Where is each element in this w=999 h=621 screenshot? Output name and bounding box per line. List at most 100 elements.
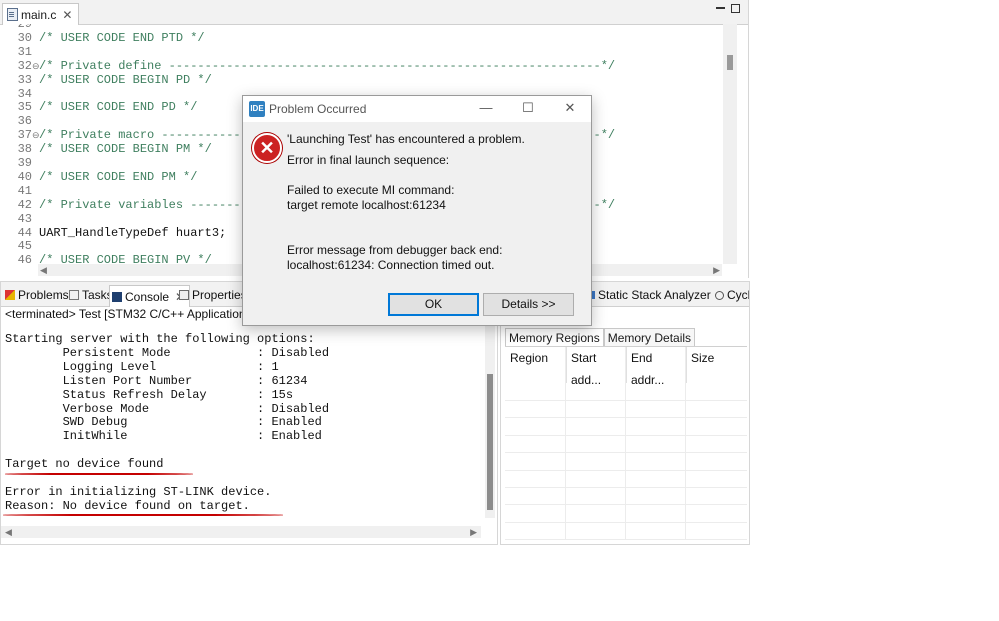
line-number: 39 [17, 156, 32, 170]
code-text: /* USER CODE BEGIN PV */ [39, 253, 212, 264]
ide-icon: IDE [249, 101, 265, 117]
code-line[interactable]: 32 ⊖/* Private define -------------------… [0, 59, 722, 73]
details-button[interactable]: Details >> [483, 293, 574, 316]
column-header-size[interactable]: Size [686, 347, 746, 383]
editor-tab-bar: main.c ✕ [0, 0, 748, 25]
subtab-memory-details[interactable]: Memory Details [603, 328, 696, 347]
console-line: SWD Debug : Enabled [5, 415, 322, 430]
maximize-icon[interactable] [731, 4, 740, 13]
scrollbar-thumb[interactable] [487, 374, 493, 510]
console-line: Persistent Mode : Disabled [5, 345, 330, 360]
minimize-icon[interactable] [716, 4, 725, 9]
tab-static-stack-analyzer[interactable]: Static Stack Analyzer [587, 286, 711, 304]
editor-tab-label: main.c [21, 7, 57, 22]
dialog-message-3: target remote localhost:61234 [287, 198, 446, 212]
table-row[interactable] [505, 400, 747, 419]
column-header-start-address[interactable]: Start add... [566, 347, 627, 387]
line-number: 33 [17, 72, 32, 87]
code-text: UART_HandleTypeDef huart3; [39, 225, 227, 240]
table-row[interactable] [505, 418, 747, 436]
tab-problems-label: Problems [18, 288, 69, 302]
error-icon: ✕ [252, 133, 282, 163]
console-horizontal-scrollbar[interactable]: ◀ ▶ [1, 526, 481, 538]
dialog-title: Problem Occurred [269, 102, 367, 116]
line-number: 44 [17, 225, 32, 240]
dialog-message-2: Failed to execute MI command: [287, 183, 455, 197]
code-text: /* USER CODE END PD */ [39, 100, 198, 115]
maximize-icon[interactable]: ☐ [517, 98, 539, 118]
table-row[interactable] [505, 505, 747, 523]
tab-tasks[interactable]: Tasks [69, 286, 113, 304]
code-text: /* USER CODE END PM */ [39, 169, 198, 184]
column-divider[interactable] [625, 347, 626, 539]
properties-icon [179, 290, 189, 300]
column-divider[interactable] [565, 347, 566, 539]
column-divider[interactable] [685, 347, 686, 539]
line-number: 31 [17, 44, 32, 59]
line-number: 34 [17, 86, 32, 101]
code-text: /* USER CODE END PTD */ [39, 30, 205, 45]
scroll-left-icon[interactable]: ◀ [5, 526, 12, 538]
close-icon[interactable]: ✕ [62, 8, 72, 22]
console-line: Reason: No device found on target. [5, 498, 250, 513]
dialog-message-5: localhost:61234: Connection timed out. [287, 258, 495, 272]
line-number: 46 [17, 253, 32, 264]
dialog-heading: 'Launching Test' has encountered a probl… [287, 132, 525, 146]
line-number: 43 [17, 211, 32, 226]
code-text: /* USER CODE BEGIN PD */ [39, 72, 212, 87]
console-line: Error in initializing ST-LINK device. [5, 484, 272, 499]
problem-occurred-dialog: IDE Problem Occurred — ☐ ✕ ✕ 'Launching … [242, 95, 592, 326]
code-text: /* USER CODE BEGIN PM */ [39, 142, 212, 157]
console-output[interactable]: Starting server with the following optio… [5, 332, 485, 522]
code-line[interactable]: 33 /* USER CODE BEGIN PD */ [0, 73, 722, 87]
scrollbar-thumb[interactable] [727, 55, 733, 70]
code-text: /* Private define ----------------------… [39, 58, 616, 73]
console-status-line: <terminated> Test [STM32 C/C++ Applicati… [5, 307, 271, 321]
cycle-icon [715, 290, 724, 300]
line-number: 38 [17, 142, 32, 157]
tab-cycle-label: Cycle [727, 288, 749, 302]
subtab-memory-regions[interactable]: Memory Regions [505, 328, 604, 347]
console-line: Listen Port Number : 61234 [5, 373, 308, 388]
table-row[interactable] [505, 522, 747, 541]
tab-console[interactable]: Console ✕ [109, 285, 191, 307]
tasks-icon [69, 290, 79, 300]
editor-tab-main-c[interactable]: main.c ✕ [2, 3, 80, 25]
console-icon [112, 291, 122, 302]
scroll-left-icon[interactable]: ◀ [40, 264, 47, 276]
column-header-region[interactable]: Region [505, 347, 567, 383]
tab-console-label: Console [125, 289, 170, 304]
scroll-right-icon[interactable]: ▶ [470, 526, 477, 538]
line-number: 32 [17, 58, 32, 73]
dialog-message-1: Error in final launch sequence: [287, 153, 450, 167]
line-number: 37 [17, 128, 32, 143]
table-row[interactable] [505, 470, 747, 488]
c-file-icon [7, 8, 18, 21]
table-row[interactable] [505, 487, 747, 506]
close-icon[interactable]: ✕ [559, 98, 581, 118]
console-vertical-scrollbar[interactable] [485, 322, 495, 518]
line-number: 41 [17, 183, 32, 198]
editor-vertical-scrollbar[interactable] [723, 24, 737, 264]
dialog-title-bar[interactable]: IDE Problem Occurred — ☐ ✕ [243, 96, 591, 122]
tab-problems[interactable]: Problems [5, 286, 69, 304]
dialog-message-4: Error message from debugger back end: [287, 243, 503, 257]
dialog-body: ✕ 'Launching Test' has encountered a pro… [243, 122, 591, 325]
minimize-icon[interactable]: — [475, 98, 497, 118]
table-row[interactable] [505, 453, 747, 471]
tab-properties[interactable]: Properties [179, 286, 247, 304]
line-number: 36 [17, 114, 32, 129]
line-number: 35 [17, 100, 32, 115]
table-row[interactable] [505, 435, 747, 454]
tab-static-stack-label: Static Stack Analyzer [598, 288, 711, 302]
column-header-end-address[interactable]: End addr... [626, 347, 687, 387]
annotation-underline [5, 473, 193, 475]
console-line: Verbose Mode : Disabled [5, 401, 330, 416]
code-line[interactable]: 30 /* USER CODE END PTD */ [0, 31, 722, 45]
table-row[interactable] [505, 383, 747, 401]
tab-cycle[interactable]: Cycle [715, 286, 749, 304]
scroll-right-icon[interactable]: ▶ [713, 264, 720, 276]
console-line: Status Refresh Delay : 15s [5, 387, 294, 402]
code-line[interactable]: 31 [0, 45, 722, 59]
ok-button[interactable]: OK [388, 293, 479, 316]
